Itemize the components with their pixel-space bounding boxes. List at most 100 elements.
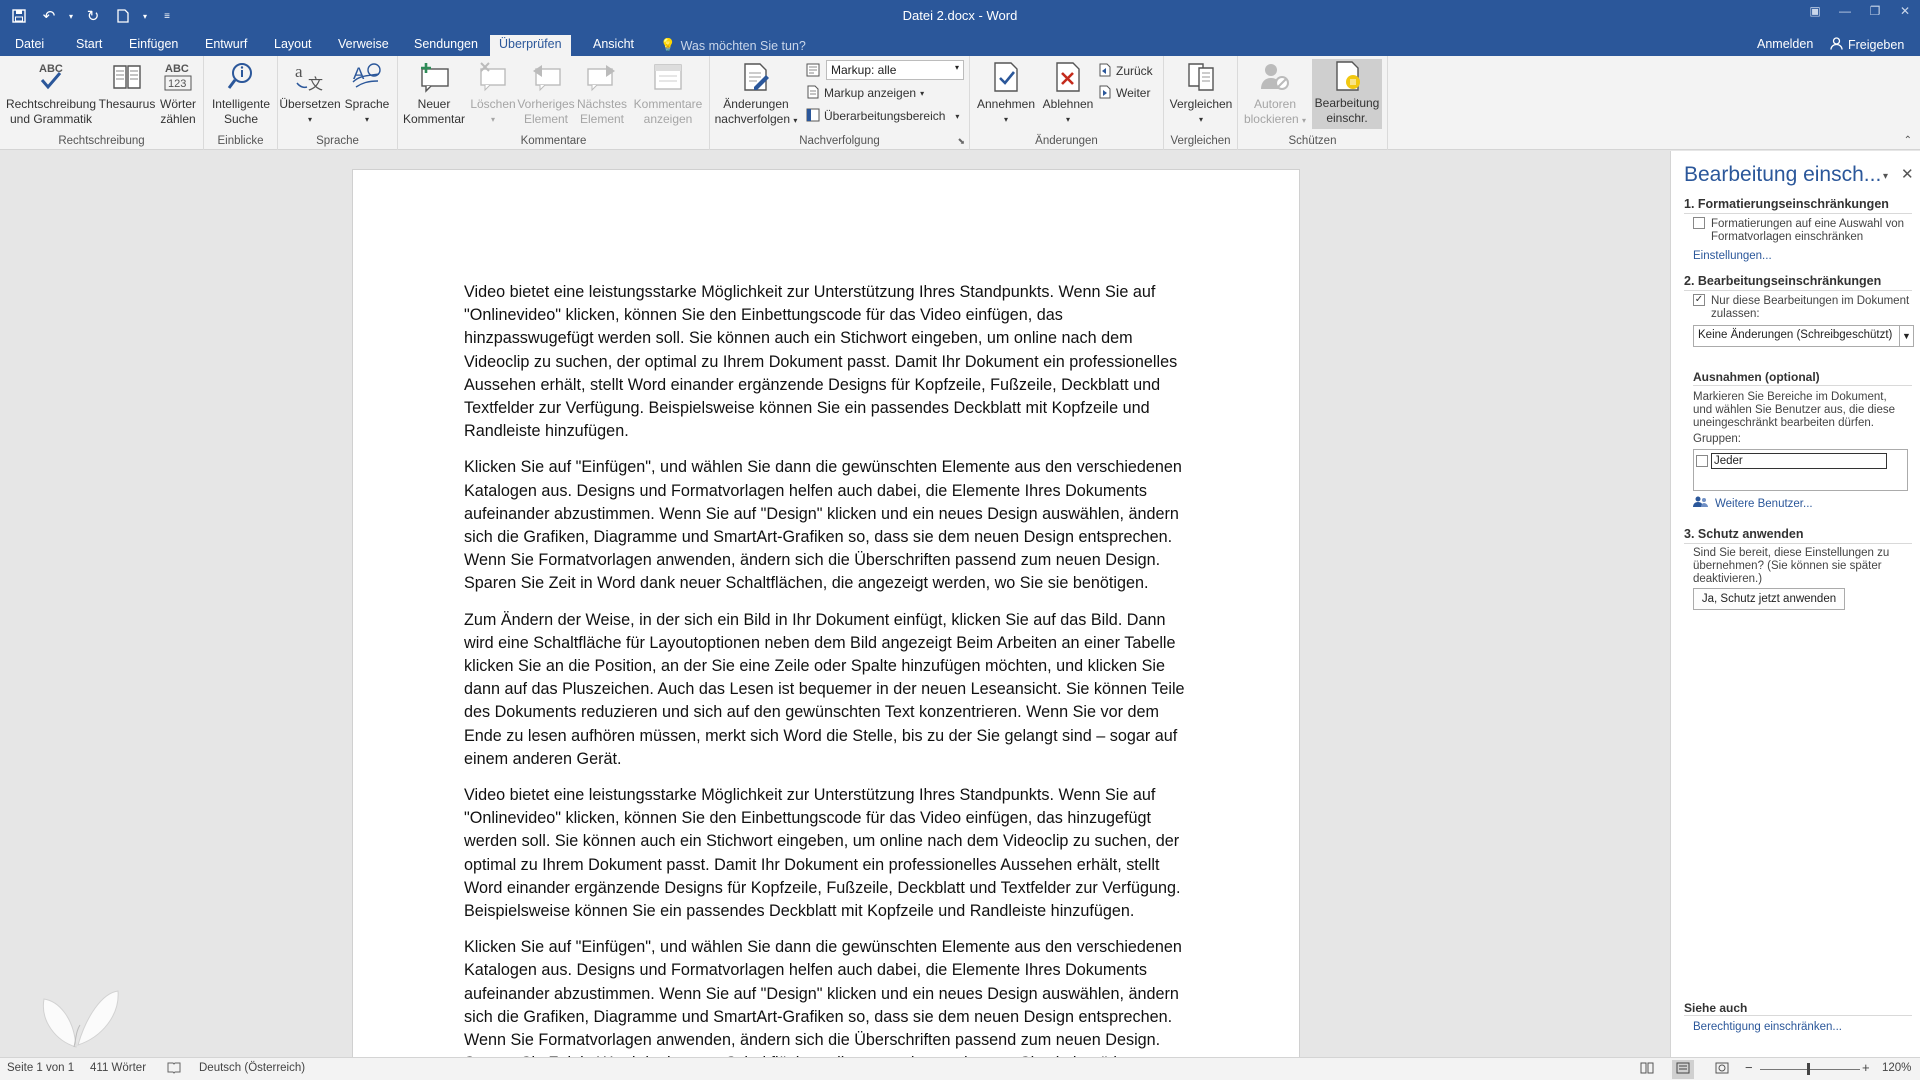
chevron-down-icon: ▾	[1003, 115, 1008, 124]
next-comment-button[interactable]: Nächstes Element	[574, 60, 630, 127]
tell-me-box[interactable]: 💡 Was möchten Sie tun?	[660, 38, 806, 53]
show-comments-button[interactable]: Kommentare anzeigen	[630, 60, 706, 127]
paragraph[interactable]: Klicken Sie auf "Einfügen", und wählen S…	[464, 936, 1194, 1057]
show-markup-button[interactable]: Markup anzeigen ▾	[806, 83, 924, 103]
zoom-in-icon[interactable]: +	[1862, 1060, 1870, 1075]
editing-restriction-checkbox[interactable]: ✓	[1693, 294, 1705, 306]
close-icon[interactable]: ✕	[1901, 165, 1914, 183]
ribbon-options-icon[interactable]: ▣	[1800, 0, 1830, 22]
next-change-button[interactable]: Weiter	[1098, 83, 1150, 103]
apply-text: Sind Sie bereit, diese Einstellungen zu …	[1693, 547, 1889, 586]
next-label-2: Element	[579, 112, 625, 126]
group-einblicke: Intelligente Suche Einblicke	[204, 56, 278, 150]
next-label-1: Nächstes	[576, 97, 628, 111]
delete-comment-button[interactable]: Löschen ▾	[468, 60, 518, 127]
thesaurus-button[interactable]: Thesaurus	[99, 60, 155, 112]
show-comments-label-1: Kommentare	[633, 97, 703, 111]
group-checkbox[interactable]	[1696, 455, 1708, 467]
document-page[interactable]: Video bietet eine leistungsstarke Möglic…	[352, 169, 1300, 1057]
group-label-aenderungen: Änderungen	[1035, 135, 1098, 147]
spelling-label-1: Rechtschreibung	[5, 97, 97, 111]
read-mode-icon[interactable]	[1640, 1062, 1654, 1077]
track-changes-icon	[738, 60, 774, 94]
web-layout-icon[interactable]	[1715, 1062, 1729, 1077]
tab-start[interactable]: Start	[67, 35, 111, 56]
spelling-grammar-button[interactable]: ABC Rechtschreibung und Grammatik	[4, 60, 98, 127]
restore-icon[interactable]: ❐	[1860, 0, 1890, 22]
page-indicator[interactable]: Seite 1 von 1	[7, 1062, 74, 1074]
users-icon	[1693, 496, 1709, 511]
formatting-restriction-checkbox[interactable]	[1693, 217, 1705, 229]
chevron-down-icon: ▼	[1899, 326, 1913, 346]
zoom-slider-thumb[interactable]	[1807, 1063, 1810, 1075]
word-count-indicator[interactable]: 411 Wörter	[90, 1062, 146, 1074]
tab-datei[interactable]: Datei	[6, 35, 53, 56]
restrict-editing-button[interactable]: Bearbeitung einschr.	[1312, 59, 1382, 129]
collapse-ribbon-icon[interactable]: ⌃	[1904, 135, 1912, 146]
new-comment-button[interactable]: Neuer Kommentar	[400, 60, 468, 127]
markup-combo[interactable]: Markup: alle ▾	[826, 60, 964, 80]
tab-verweise[interactable]: Verweise	[329, 35, 398, 56]
restrict-permission-link[interactable]: Berechtigung einschränken...	[1693, 1021, 1842, 1033]
document-body[interactable]: Video bietet eine leistungsstarke Möglic…	[464, 281, 1194, 1057]
track-changes-button[interactable]: Änderungen nachverfolgen ▾	[714, 60, 798, 128]
language-indicator[interactable]: Deutsch (Österreich)	[199, 1062, 305, 1074]
exceptions-heading: Ausnahmen (optional)	[1693, 370, 1820, 384]
close-icon[interactable]: ✕	[1890, 0, 1920, 22]
section-apply-heading: 3. Schutz anwenden	[1684, 527, 1804, 541]
paragraph[interactable]: Video bietet eine leistungsstarke Möglic…	[464, 784, 1194, 923]
chevron-down-icon: ▾	[920, 88, 925, 98]
svg-text:123: 123	[168, 78, 186, 90]
minimize-icon[interactable]: —	[1830, 0, 1860, 22]
accept-button[interactable]: Annehmen ▾	[974, 60, 1038, 127]
previous-change-button[interactable]: Zurück	[1098, 61, 1153, 81]
reject-button[interactable]: Ablehnen ▾	[1038, 60, 1098, 127]
more-users-link[interactable]: Weitere Benutzer...	[1693, 496, 1813, 511]
chevron-down-icon: ▾	[1065, 115, 1070, 124]
group-label-schuetzen: Schützen	[1288, 135, 1337, 147]
previous-comment-button[interactable]: Vorheriges Element	[517, 60, 575, 127]
sign-in-link[interactable]: Anmelden	[1757, 37, 1813, 51]
translate-icon: a文	[292, 60, 328, 94]
settings-link[interactable]: Einstellungen...	[1693, 250, 1772, 262]
paragraph[interactable]: Klicken Sie auf "Einfügen", und wählen S…	[464, 456, 1194, 595]
markup-display-icon	[806, 63, 820, 80]
pane-options-icon[interactable]: ▾	[1883, 171, 1888, 182]
share-button[interactable]: Freigeben	[1830, 37, 1904, 53]
markup-combo-value: Markup: alle	[831, 63, 897, 77]
reviewing-pane-icon	[806, 108, 820, 125]
tab-einfuegen[interactable]: Einfügen	[120, 35, 187, 56]
tab-entwurf[interactable]: Entwurf	[196, 35, 256, 56]
restrict-editing-pane: Bearbeitung einsch... ▾ ✕ 1. Formatierun…	[1670, 151, 1920, 1057]
reviewing-pane-button[interactable]: Überarbeitungsbereich ▾	[806, 106, 959, 126]
sign-in-label: Anmelden	[1757, 37, 1814, 51]
dialog-launcher-icon[interactable]: ⬊	[957, 136, 965, 147]
group-label-sprache: Sprache	[316, 135, 359, 147]
block-authors-button[interactable]: Autoren blockieren ▾	[1242, 60, 1308, 128]
apply-protection-button[interactable]: Ja, Schutz jetzt anwenden	[1693, 588, 1845, 610]
paragraph[interactable]: Video bietet eine leistungsstarke Möglic…	[464, 281, 1194, 443]
zoom-level[interactable]: 120%	[1882, 1062, 1911, 1074]
smart-lookup-button[interactable]: Intelligente Suche	[208, 60, 274, 127]
group-rechtschreibung: ABC Rechtschreibung und Grammatik Thesau…	[0, 56, 204, 150]
section-divider	[1684, 290, 1912, 291]
group-label-rechtschreibung: Rechtschreibung	[58, 135, 145, 147]
editing-type-select[interactable]: Keine Änderungen (Schreibgeschützt) ▼	[1693, 325, 1914, 347]
language-button[interactable]: A Sprache ▾	[340, 60, 394, 127]
tab-ueberpruefen[interactable]: Überprüfen	[490, 35, 571, 56]
tab-sendungen[interactable]: Sendungen	[405, 35, 487, 56]
track-changes-label-row: nachverfolgen ▾	[715, 112, 798, 128]
tab-ansicht[interactable]: Ansicht	[584, 35, 643, 56]
previous-label-1: Vorheriges	[517, 97, 575, 111]
word-count-button[interactable]: ABC 123 Wörter zählen	[155, 60, 201, 127]
group-name-field[interactable]: Jeder	[1711, 453, 1887, 469]
compare-button[interactable]: Vergleichen ▾	[1168, 60, 1234, 127]
paragraph[interactable]: Zum Ändern der Weise, in der sich ein Bi…	[464, 609, 1194, 771]
print-layout-icon[interactable]	[1672, 1060, 1694, 1079]
translate-button[interactable]: a文 Übersetzen ▾	[279, 60, 340, 127]
zoom-slider[interactable]	[1760, 1069, 1860, 1070]
tab-layout[interactable]: Layout	[265, 35, 321, 56]
zoom-out-icon[interactable]: −	[1745, 1060, 1753, 1075]
proofing-icon[interactable]	[167, 1062, 181, 1077]
status-bar: Seite 1 von 1 411 Wörter Deutsch (Österr…	[0, 1057, 1920, 1080]
